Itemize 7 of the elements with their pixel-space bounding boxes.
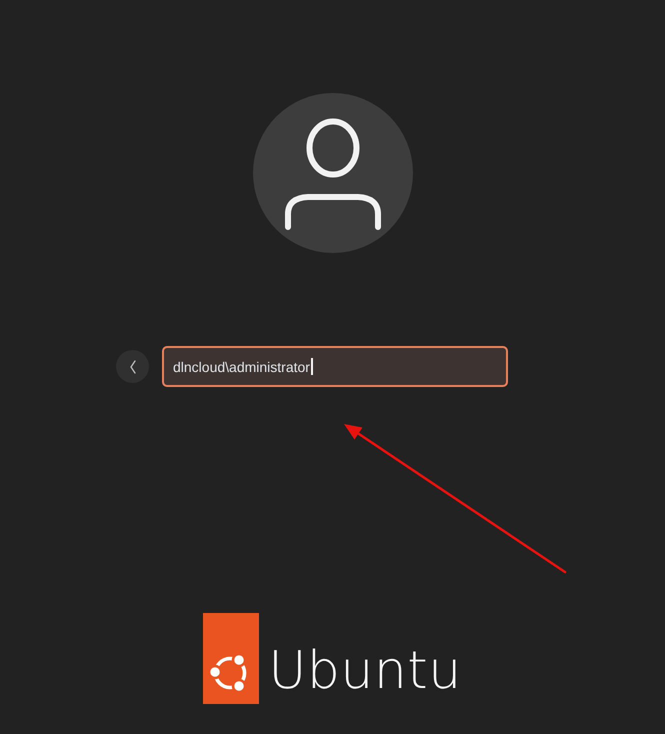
avatar-icon	[252, 93, 412, 253]
text-cursor	[310, 358, 313, 375]
back-button[interactable]	[116, 350, 149, 383]
username-field[interactable]: dlncloud\administrator	[162, 346, 508, 387]
logo-icon	[203, 613, 260, 704]
chevron-left-icon	[130, 360, 136, 374]
logo-wordmark: Ubuntu	[268, 645, 462, 697]
